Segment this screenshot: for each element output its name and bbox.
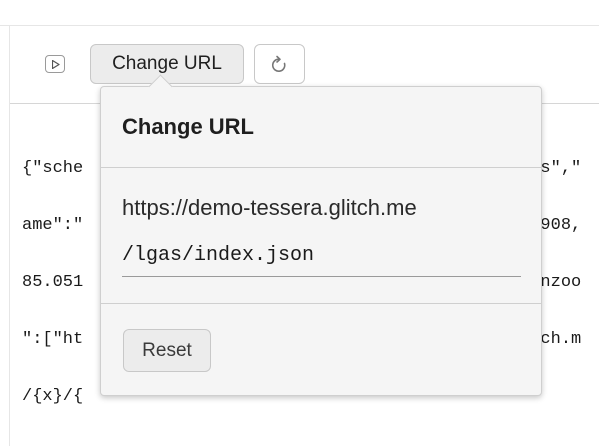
play-icon [52, 60, 60, 69]
change-url-button[interactable]: Change URL [90, 44, 244, 84]
path-input[interactable] [122, 241, 521, 277]
base-url-label: https://demo-tessera.glitch.me [122, 195, 417, 220]
reset-button[interactable]: Reset [123, 329, 211, 372]
run-button[interactable] [45, 55, 65, 73]
refresh-button[interactable] [254, 44, 305, 84]
popover-title: Change URL [122, 114, 254, 139]
top-bar [0, 0, 599, 26]
divider [101, 167, 541, 168]
divider [101, 303, 541, 304]
refresh-icon [271, 55, 286, 72]
change-url-popover: Change URL https://demo-tessera.glitch.m… [100, 74, 542, 396]
notebook-cell: Change URL {"sche es"," ame":" 7908, 85.05… [0, 0, 599, 446]
